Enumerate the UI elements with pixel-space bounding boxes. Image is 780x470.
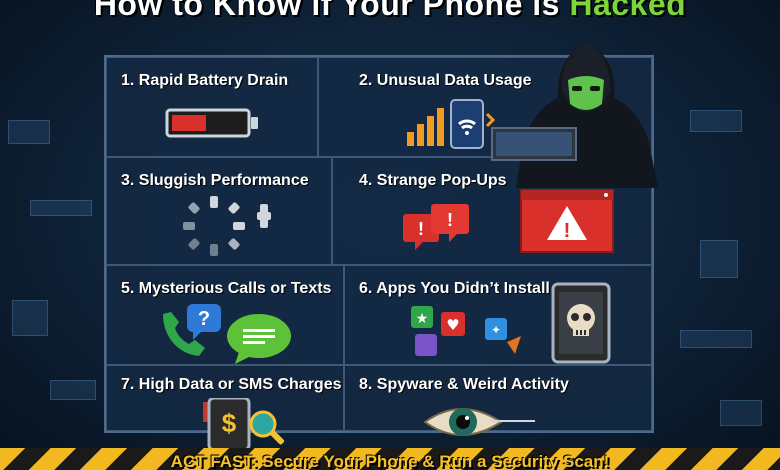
circuit-decoration [680,330,752,348]
svg-text:!: ! [418,219,424,239]
svg-text:$: $ [222,408,237,438]
sign-label: 3. Sluggish Performance [121,172,309,189]
circuit-decoration [700,240,738,278]
svg-text:!: ! [564,220,571,242]
svg-text:✦: ✦ [491,323,501,337]
sign-card-calls: 5. Mysterious Calls or Texts ? [106,265,344,365]
eye-icon [423,408,535,436]
title-highlight: Hacked [569,0,687,22]
svg-text:?: ? [198,308,210,330]
sign-card-charges: 7. High Data or SMS Charges $ [106,365,344,450]
sign-label: 8. Spyware & Weird Activity [359,376,569,393]
phone-message-icon: ? [163,304,291,364]
sign-card-battery: 1. Rapid Battery Drain [106,57,318,157]
circuit-decoration [690,110,742,132]
svg-text:★: ★ [416,311,429,327]
svg-text:!: ! [447,210,453,230]
sign-card-performance: 3. Sluggish Performance [106,157,332,265]
dollar-phone-icon: $ [203,398,285,450]
sign-label: 5. Mysterious Calls or Texts [121,280,332,297]
sign-label: 1. Rapid Battery Drain [121,72,289,89]
title-prefix: How to Know if Your Phone is [93,0,560,22]
circuit-decoration [12,300,48,336]
call-to-action-text: ACT FAST: Secure Your Phone & Run a Secu… [170,452,610,470]
circuit-decoration [8,120,50,144]
circuit-decoration [30,200,92,216]
sign-card-apps: 6. Apps You Didn’t Install ★ ♥ ✦ [344,265,652,365]
page-title: How to Know if Your Phone is Hacked [0,0,780,23]
infographic: How to Know if Your Phone is Hacked 1. R… [0,0,780,470]
loading-spinner-icon [183,196,271,256]
hacker-icon [491,42,658,188]
warning-popup-icon: ! ! ! [403,189,614,253]
sign-card-spyware: 8. Spyware & Weird Activity [344,365,652,436]
sign-label: 7. High Data or SMS Charges [121,376,342,393]
circuit-decoration [50,380,96,400]
svg-text:♥: ♥ [446,316,459,334]
battery-low-icon [165,108,258,138]
skull-phone-icon: ★ ♥ ✦ [411,282,611,364]
circuit-decoration [720,400,762,426]
